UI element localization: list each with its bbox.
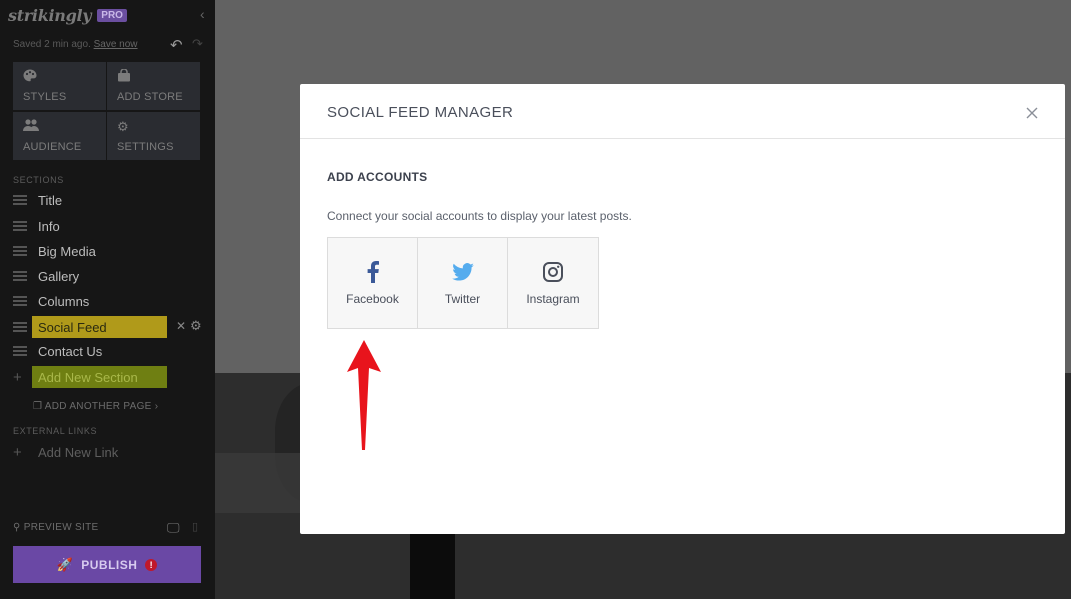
rocket-icon: 🚀 [56,556,74,572]
add-section-label: Add New Section [32,366,167,388]
editor-sidebar: strikingly PRO ‹ Saved 2 min ago. Save n… [0,0,215,599]
pages-icon: ❐ [33,401,43,412]
preview-label: PREVIEW SITE [23,522,99,533]
drag-handle-icon[interactable] [13,322,27,332]
section-item-gallery[interactable]: Gallery [13,265,213,287]
close-icon[interactable] [1024,105,1040,121]
strikingly-logo[interactable]: strikingly [8,6,92,25]
section-label: Gallery [38,268,80,284]
desktop-view-icon[interactable]: 🖵 [167,520,180,536]
saved-text: Saved 2 min ago. [13,39,91,50]
facebook-button[interactable]: Facebook [328,238,418,328]
drag-handle-icon[interactable] [13,195,27,205]
modal-title: SOCIAL FEED MANAGER [327,104,514,121]
sections-heading: SECTIONS [13,175,64,185]
preview-site-button[interactable]: ⚲ PREVIEW SITE [13,522,98,533]
drag-handle-icon[interactable] [13,296,27,306]
facebook-label: Facebook [346,292,399,306]
section-label: Title [38,192,63,208]
plus-icon: + [13,443,22,461]
add-link-label: Add New Link [38,444,119,460]
drag-handle-icon[interactable] [13,246,27,256]
section-label: Big Media [38,243,96,259]
background-post [410,523,455,599]
publish-label: PUBLISH [81,557,138,572]
red-arrow-annotation [345,338,383,457]
add-accounts-heading: ADD ACCOUNTS [327,170,428,184]
gear-icon: ⚙ [117,119,129,134]
add-page-label: ADD ANOTHER PAGE [44,401,152,412]
add-store-label: ADD STORE [117,91,183,103]
section-label: Contact Us [38,343,103,359]
alert-icon: ! [145,558,158,571]
section-item-info[interactable]: Info [13,215,213,237]
twitter-icon [451,260,474,284]
section-label: Columns [38,293,90,309]
styles-label: STYLES [23,91,67,103]
audience-button[interactable]: AUDIENCE [13,112,106,160]
palette-icon [23,69,37,85]
add-new-section-button[interactable]: + Add New Section [13,366,167,388]
add-new-link-button[interactable]: + Add New Link [13,443,118,461]
account-options: Facebook Twitter Instagram [327,237,599,329]
settings-button[interactable]: ⚙ SETTINGS [107,112,200,160]
pro-badge: PRO [97,8,127,22]
people-icon [23,119,39,134]
twitter-label: Twitter [444,292,481,306]
tool-grid: STYLES ADD STORE AUDIENCE ⚙ SETTINGS [13,62,200,160]
redo-icon[interactable]: ↷ [192,36,203,52]
facebook-icon [367,260,379,284]
section-item-columns[interactable]: Columns [13,290,213,312]
social-feed-manager-modal: SOCIAL FEED MANAGER ADD ACCOUNTS Connect… [300,84,1065,534]
delete-section-icon[interactable]: ✕ [176,319,186,333]
logo-row: strikingly PRO [8,6,127,25]
drag-handle-icon[interactable] [13,221,27,231]
collapse-sidebar-icon[interactable]: ‹ [200,6,205,22]
chevron-right-icon: › [154,401,159,412]
mobile-view-icon[interactable]: ▯ [192,520,198,533]
search-icon: ⚲ [13,522,21,533]
section-item-contact-us[interactable]: Contact Us [13,340,213,362]
twitter-button[interactable]: Twitter [418,238,508,328]
instagram-button[interactable]: Instagram [508,238,598,328]
section-item-big-media[interactable]: Big Media [13,240,213,262]
publish-button[interactable]: 🚀 PUBLISH ! [13,546,201,583]
section-settings-icon[interactable]: ⚙ [190,318,202,334]
external-links-heading: EXTERNAL LINKS [13,426,98,436]
modal-header: SOCIAL FEED MANAGER [300,84,1065,139]
section-item-title[interactable]: Title [13,189,213,211]
audience-label: AUDIENCE [23,141,82,153]
add-another-page-button[interactable]: ❐ ADD ANOTHER PAGE › [33,401,158,412]
save-now-link[interactable]: Save now [94,39,138,50]
section-label: Social Feed [32,316,167,338]
add-accounts-description: Connect your social accounts to display … [327,209,632,223]
drag-handle-icon[interactable] [13,346,27,356]
settings-label: SETTINGS [117,141,174,153]
instagram-icon [543,260,563,284]
section-label: Info [38,218,60,234]
styles-button[interactable]: STYLES [13,62,106,110]
drag-handle-icon[interactable] [13,271,27,281]
instagram-label: Instagram [526,292,580,306]
add-store-button[interactable]: ADD STORE [107,62,200,110]
undo-icon[interactable]: ↶ [170,36,183,54]
store-icon [117,68,131,85]
plus-icon: + [13,368,22,386]
save-status: Saved 2 min ago. Save now [13,39,138,50]
